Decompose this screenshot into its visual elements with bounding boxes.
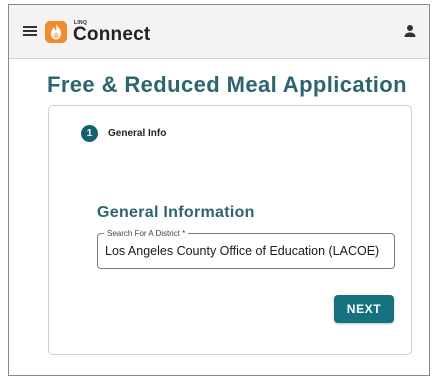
- section-title: General Information: [97, 204, 255, 221]
- hamburger-menu-icon[interactable]: [23, 25, 37, 37]
- district-search-field[interactable]: Search For A District * Los Angeles Coun…: [97, 229, 395, 269]
- linq-connect-logo[interactable]: LINQ Connect: [45, 19, 163, 45]
- stepper-step-general-info[interactable]: 1 General Info: [81, 125, 166, 142]
- app-window: LINQ Connect Free & Reduced Meal Applica…: [8, 4, 430, 376]
- logo-name-text: Connect: [73, 24, 151, 45]
- flame-logo-icon: [45, 21, 67, 43]
- district-search-label: Search For A District *: [104, 229, 189, 238]
- step-number-badge: 1: [81, 125, 98, 142]
- top-app-bar: LINQ Connect: [9, 5, 429, 59]
- logo-wordmark: LINQ Connect: [73, 19, 163, 45]
- page-title: Free & Reduced Meal Application: [47, 72, 407, 97]
- district-search-value[interactable]: Los Angeles County Office of Education (…: [105, 244, 379, 258]
- step-label: General Info: [108, 128, 167, 139]
- application-card: 1 General Info General Information Searc…: [48, 105, 412, 355]
- person-icon[interactable]: [403, 24, 417, 38]
- next-button[interactable]: NEXT: [334, 295, 394, 323]
